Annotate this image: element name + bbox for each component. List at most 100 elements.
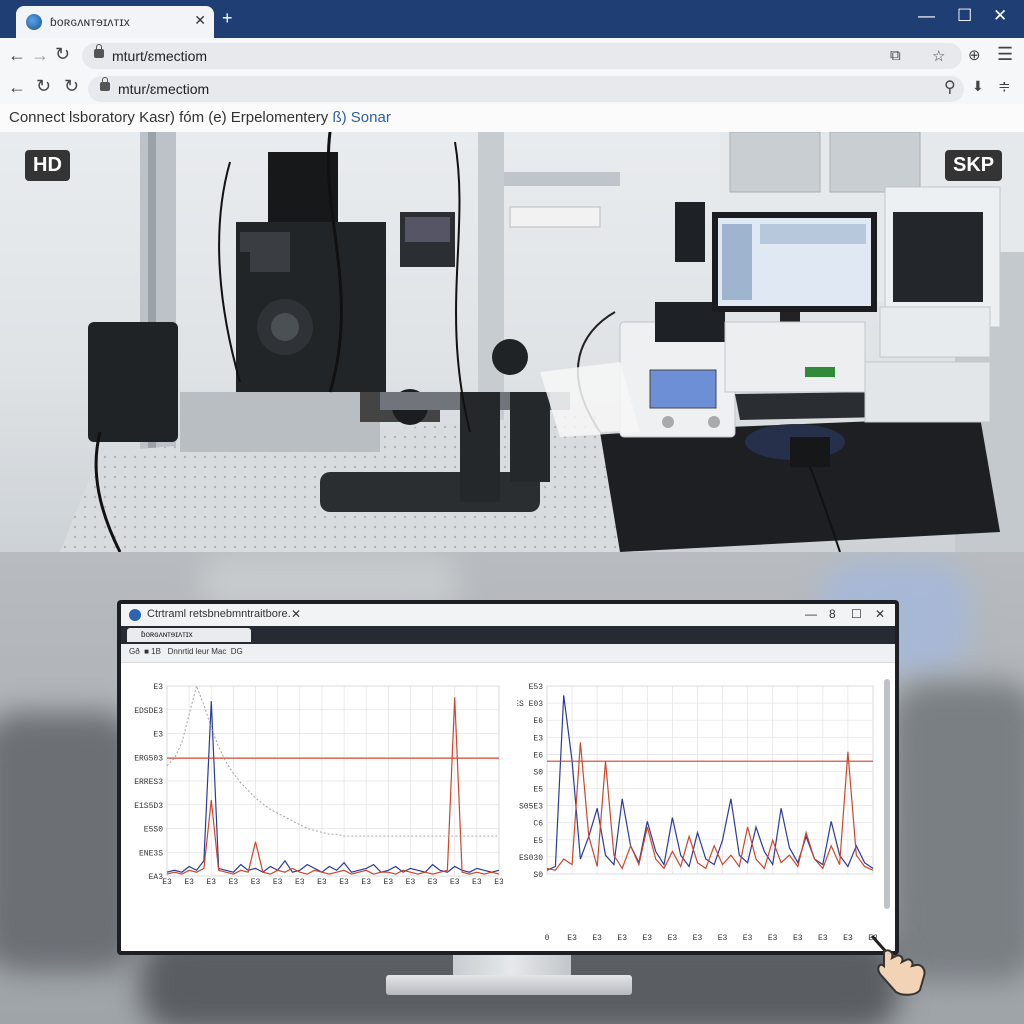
- x-tick-label: E3: [472, 878, 482, 887]
- secondary-navigation-bar: ← ↻ ↻ mtur/ɛmectiom ⚲ ⬇ ≑: [0, 74, 1024, 104]
- x-tick-label: E3: [384, 878, 394, 887]
- x-tick-label: 0: [545, 934, 550, 943]
- x-tick-label: E3: [643, 934, 653, 943]
- y-tick-label: E6: [533, 717, 543, 726]
- y-tick-label: E3: [533, 734, 543, 743]
- x-tick-label: E3: [567, 934, 577, 943]
- right-spectrum-chart[interactable]: E53 ES E03 E6 E3 E6 S0 E5 S05E3 C6 E5 ES030 S0 0 E3 E3…: [517, 670, 877, 948]
- skp-badge: SKP: [945, 150, 1003, 181]
- y-tick-label: E3: [153, 731, 163, 740]
- inner-nav-bar: Gð ■ 1B Dnnrtid leur Mac DG: [121, 644, 895, 663]
- y-tick-label: E5: [533, 786, 543, 795]
- reload-icon[interactable]: ↻: [36, 76, 51, 97]
- x-tick-label: E3: [184, 878, 194, 887]
- x-tick-label: E3: [361, 878, 371, 887]
- inner-tab[interactable]: ɓoʀɢʌɴтɘɪʌтɪx: [127, 628, 251, 642]
- x-tick-label: E3: [668, 934, 678, 943]
- inner-window-titlebar: Ctrtraml retsbnebmntraitbore. ✕ — 8 ☐ ✕: [121, 604, 895, 627]
- y-tick-label: E5: [533, 837, 543, 846]
- menu-icon[interactable]: ☰: [997, 44, 1013, 65]
- breadcrumb-main: Connect lsboratory Kasr) fóm (e) Erpelom…: [9, 109, 329, 126]
- settings-icon[interactable]: ≑: [998, 77, 1011, 95]
- x-tick-label: E3: [317, 878, 327, 887]
- y-tick-label: E3: [153, 683, 163, 692]
- maximize-button[interactable]: ☐: [957, 6, 972, 26]
- x-tick-label: E3: [273, 878, 283, 887]
- y-tick-label: S0: [533, 768, 543, 777]
- minimize-button[interactable]: —: [918, 6, 935, 26]
- monitor: Ctrtraml retsbnebmntraitbore. ✕ — 8 ☐ ✕ …: [117, 600, 899, 955]
- maximize-button[interactable]: ☐: [851, 607, 862, 621]
- x-tick-label: E3: [592, 934, 602, 943]
- x-tick-label: E3: [428, 878, 438, 887]
- tab-title: ɓoʀɢʌɴтɘɪʌтɪx: [50, 15, 130, 29]
- y-tick-label: C6: [533, 820, 543, 829]
- x-tick-label: E3: [818, 934, 828, 943]
- navigation-bar: ← → ↻ mturt/ɛmectiom ⧉ ☆ ⊕ ☰: [0, 38, 1024, 75]
- scrollbar[interactable]: [884, 679, 890, 909]
- x-tick-label: E3: [617, 934, 627, 943]
- inner-nav-text: Gð ■ 1B Dnnrtid leur Mac DG: [129, 647, 243, 656]
- monitor-stand-base: [386, 975, 632, 995]
- lab-photo: HD SKP: [0, 132, 1024, 552]
- y-tick-label: ES030: [519, 854, 543, 863]
- lock-icon: [94, 44, 104, 58]
- minimize-button[interactable]: —: [805, 607, 817, 621]
- inner-window-title: Ctrtraml retsbnebmntraitbore.: [147, 608, 291, 620]
- y-tick-label: S0: [533, 871, 543, 880]
- close-window-button[interactable]: ✕: [993, 6, 1007, 26]
- breadcrumb-link[interactable]: ß) Sonar: [332, 109, 390, 126]
- x-tick-label: E3: [162, 878, 172, 887]
- page-info-icon[interactable]: ⧉: [890, 47, 901, 64]
- lock-icon: [100, 77, 110, 91]
- left-spectrum-chart[interactable]: E3 EDSDE3 E3 ERG503 ERRES3 E1S5D3 E5S0 ENE3S EA3…: [127, 670, 503, 890]
- app-icon: [129, 609, 141, 621]
- browser-titlebar: ɓoʀɢʌɴтɘɪʌтɪx ✕ + — ☐ ✕: [0, 0, 1024, 38]
- y-tick-label: ENE3S: [139, 849, 163, 858]
- plot-area: [546, 685, 874, 875]
- address-bar[interactable]: mturt/ɛmectiom ⧉ ☆: [82, 43, 962, 69]
- hd-badge: HD: [25, 150, 70, 181]
- x-tick-label: E3: [206, 878, 216, 887]
- y-tick-label: EDSDE3: [134, 707, 163, 716]
- bookmark-star-icon[interactable]: ☆: [932, 47, 945, 65]
- search-icon[interactable]: ⚲: [944, 77, 956, 97]
- download-icon[interactable]: ⬇: [972, 78, 984, 95]
- y-tick-label: ERG503: [134, 754, 163, 763]
- y-tick-label: E53: [529, 683, 544, 692]
- back-icon[interactable]: ←: [8, 77, 26, 98]
- x-tick-label: E3: [339, 878, 349, 887]
- close-tab-icon[interactable]: ✕: [194, 12, 206, 29]
- extension-icon[interactable]: ⊕: [968, 46, 981, 64]
- close-tab-icon[interactable]: ✕: [291, 607, 301, 621]
- x-tick-label: E3: [450, 878, 460, 887]
- x-tick-label: E3: [768, 934, 778, 943]
- address-bar-secondary[interactable]: mtur/ɛmectiom: [88, 76, 964, 102]
- x-tick-label: E3: [229, 878, 239, 887]
- url-text: mturt/ɛmectiom: [112, 48, 208, 64]
- y-tick-label: EA3: [149, 873, 164, 882]
- forward-icon[interactable]: →: [31, 45, 49, 66]
- y-tick-label: ERRES3: [134, 778, 163, 787]
- x-tick-label: E3: [295, 878, 305, 887]
- browser-tab[interactable]: ɓoʀɢʌɴтɘɪʌтɪx ✕: [16, 6, 214, 38]
- back-icon[interactable]: ←: [8, 45, 26, 66]
- x-tick-label: E3: [793, 934, 803, 943]
- x-tick-label: E3: [251, 878, 261, 887]
- x-tick-label: E3: [693, 934, 703, 943]
- url-text: mtur/ɛmectiom: [118, 81, 210, 97]
- y-tick-label: E1S5D3: [134, 802, 163, 811]
- globe-icon: [26, 14, 42, 30]
- restore-button[interactable]: 8: [829, 607, 836, 621]
- lab-equipment-illustration: [60, 132, 1024, 552]
- monitor-stand-neck: [453, 955, 571, 977]
- x-tick-label: E3: [494, 878, 503, 887]
- reload-icon[interactable]: ↻: [64, 76, 79, 97]
- close-window-button[interactable]: ✕: [875, 607, 885, 621]
- inner-tab-bar: ɓoʀɢʌɴтɘɪʌтɪx: [121, 626, 895, 644]
- new-tab-button[interactable]: +: [222, 8, 233, 29]
- y-tick-label: S05E3: [519, 803, 543, 812]
- y-tick-label: ES E03: [517, 700, 543, 709]
- reload-icon[interactable]: ↻: [55, 44, 70, 65]
- x-tick-label: E3: [406, 878, 416, 887]
